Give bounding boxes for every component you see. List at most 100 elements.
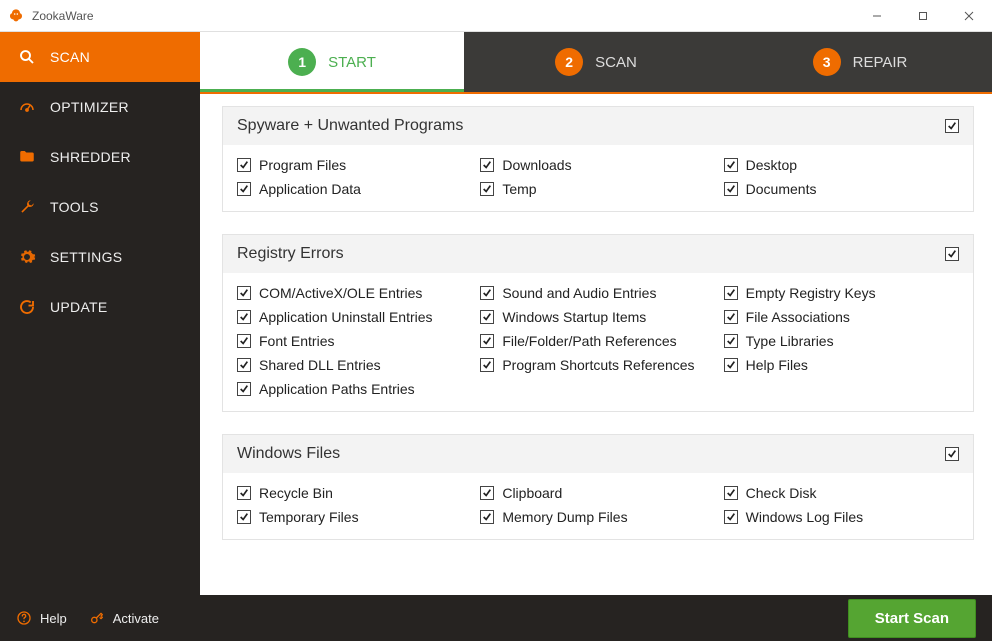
option-label: Memory Dump Files — [502, 509, 627, 525]
gear-icon — [18, 248, 36, 266]
activate-link[interactable]: Activate — [89, 610, 159, 626]
titlebar: ZookaWare — [0, 0, 992, 32]
option-checkbox[interactable] — [480, 182, 494, 196]
option-label: Program Shortcuts References — [502, 357, 694, 373]
option-checkbox[interactable] — [724, 158, 738, 172]
option-row: Font Entries — [237, 333, 472, 349]
refresh-icon — [18, 298, 36, 316]
option-row: Temporary Files — [237, 509, 472, 525]
option-row: COM/ActiveX/OLE Entries — [237, 285, 472, 301]
option-checkbox[interactable] — [480, 486, 494, 500]
tab-label: SCAN — [595, 54, 637, 71]
section-title: Spyware + Unwanted Programs — [237, 117, 463, 135]
option-checkbox[interactable] — [724, 486, 738, 500]
help-label: Help — [40, 611, 67, 626]
section-master-checkbox[interactable] — [945, 119, 959, 133]
option-checkbox[interactable] — [480, 358, 494, 372]
option-label: Empty Registry Keys — [746, 285, 876, 301]
option-checkbox[interactable] — [724, 334, 738, 348]
section-header: Spyware + Unwanted Programs — [223, 107, 973, 145]
option-checkbox[interactable] — [237, 310, 251, 324]
section-title: Windows Files — [237, 445, 340, 463]
help-link[interactable]: Help — [16, 610, 67, 626]
option-label: File/Folder/Path References — [502, 333, 676, 349]
option-label: Help Files — [746, 357, 808, 373]
option-row: Application Data — [237, 181, 472, 197]
tab-repair[interactable]: 3 REPAIR — [728, 32, 992, 92]
scan-options-scroll[interactable]: Spyware + Unwanted Programs Program Files… — [200, 92, 992, 595]
main-panel: 1 START 2 SCAN 3 REPAIR Spyware + Unwant… — [200, 32, 992, 595]
option-label: Temporary Files — [259, 509, 359, 525]
option-checkbox[interactable] — [237, 158, 251, 172]
close-button[interactable] — [946, 0, 992, 31]
option-checkbox[interactable] — [724, 286, 738, 300]
option-label: Downloads — [502, 157, 571, 173]
section-header: Registry Errors — [223, 235, 973, 273]
option-checkbox[interactable] — [724, 310, 738, 324]
option-checkbox[interactable] — [237, 382, 251, 396]
section: Spyware + Unwanted Programs Program Files… — [222, 106, 974, 212]
key-icon — [89, 610, 105, 626]
sidebar-item-tools[interactable]: TOOLS — [0, 182, 200, 232]
step-tabs: 1 START 2 SCAN 3 REPAIR — [200, 32, 992, 92]
option-row: Windows Log Files — [724, 509, 959, 525]
maximize-button[interactable] — [900, 0, 946, 31]
option-checkbox[interactable] — [480, 510, 494, 524]
option-label: Recycle Bin — [259, 485, 333, 501]
option-row: File Associations — [724, 309, 959, 325]
tab-label: START — [328, 54, 376, 71]
folder-icon — [18, 148, 36, 166]
sidebar-item-optimizer[interactable]: OPTIMIZER — [0, 82, 200, 132]
option-checkbox[interactable] — [480, 334, 494, 348]
tab-number: 3 — [813, 48, 841, 76]
sidebar-item-label: SETTINGS — [50, 249, 122, 265]
sidebar-item-label: SCAN — [50, 49, 90, 65]
option-checkbox[interactable] — [480, 310, 494, 324]
option-label: Shared DLL Entries — [259, 357, 381, 373]
tab-scan[interactable]: 2 SCAN — [464, 32, 728, 92]
option-checkbox[interactable] — [724, 510, 738, 524]
tab-start[interactable]: 1 START — [200, 32, 464, 92]
option-checkbox[interactable] — [237, 286, 251, 300]
option-checkbox[interactable] — [237, 358, 251, 372]
option-row: Help Files — [724, 357, 959, 373]
option-row: Recycle Bin — [237, 485, 472, 501]
option-row: File/Folder/Path References — [480, 333, 715, 349]
option-checkbox[interactable] — [724, 182, 738, 196]
option-row: Program Shortcuts References — [480, 357, 715, 373]
option-label: Check Disk — [746, 485, 817, 501]
option-row: Check Disk — [724, 485, 959, 501]
sidebar-item-settings[interactable]: SETTINGS — [0, 232, 200, 282]
section-master-checkbox[interactable] — [945, 447, 959, 461]
minimize-button[interactable] — [854, 0, 900, 31]
option-checkbox[interactable] — [237, 334, 251, 348]
sidebar-item-update[interactable]: UPDATE — [0, 282, 200, 332]
sidebar-item-shredder[interactable]: SHREDDER — [0, 132, 200, 182]
option-label: Clipboard — [502, 485, 562, 501]
option-checkbox[interactable] — [237, 510, 251, 524]
search-icon — [18, 48, 36, 66]
option-row: Desktop — [724, 157, 959, 173]
window-controls — [854, 0, 992, 31]
option-row: Clipboard — [480, 485, 715, 501]
help-icon — [16, 610, 32, 626]
section-master-checkbox[interactable] — [945, 247, 959, 261]
window-title: ZookaWare — [32, 9, 854, 23]
tab-number: 2 — [555, 48, 583, 76]
option-row: Downloads — [480, 157, 715, 173]
option-checkbox[interactable] — [480, 158, 494, 172]
section-body: Program FilesApplication DataDownloadsTe… — [223, 145, 973, 211]
app-icon — [8, 8, 24, 24]
option-row: Application Paths Entries — [237, 381, 472, 397]
start-scan-button[interactable]: Start Scan — [848, 599, 976, 638]
option-checkbox[interactable] — [724, 358, 738, 372]
option-checkbox[interactable] — [480, 286, 494, 300]
option-label: Program Files — [259, 157, 346, 173]
section: Registry ErrorsCOM/ActiveX/OLE EntriesAp… — [222, 234, 974, 412]
section-body: COM/ActiveX/OLE EntriesApplication Unins… — [223, 273, 973, 411]
option-label: Documents — [746, 181, 817, 197]
option-row: Empty Registry Keys — [724, 285, 959, 301]
sidebar-item-scan[interactable]: SCAN — [0, 32, 200, 82]
option-checkbox[interactable] — [237, 182, 251, 196]
option-checkbox[interactable] — [237, 486, 251, 500]
